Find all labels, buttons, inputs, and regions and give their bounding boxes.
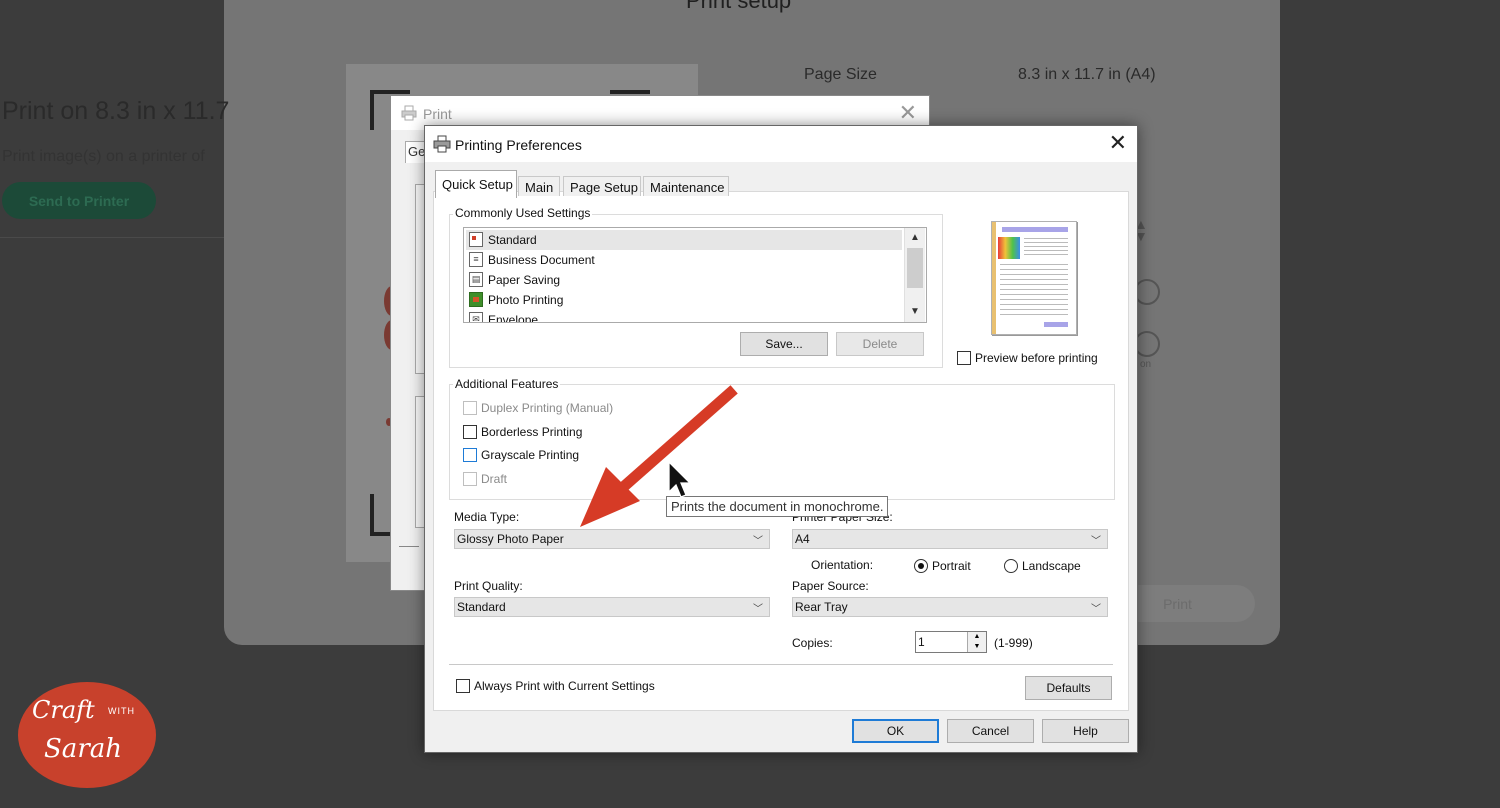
orientation-label: Orientation:	[811, 558, 874, 572]
list-item[interactable]: Standard	[466, 230, 902, 250]
crop-mark	[370, 90, 410, 94]
chevron-down-icon: ﹀	[1091, 536, 1101, 547]
envelope-icon: ✉	[469, 312, 483, 322]
chevron-down-icon: ﹀	[753, 536, 763, 547]
business-document-icon: ≡	[469, 252, 483, 267]
help-button[interactable]: Help	[1042, 719, 1129, 743]
chevron-up-icon[interactable]: ▲	[907, 230, 923, 246]
annotation-arrow-icon	[580, 385, 738, 527]
list-scrollbar[interactable]: ▲ ▼	[904, 228, 925, 322]
crop-mark	[370, 494, 374, 534]
page-size-label: Page Size	[804, 66, 877, 83]
media-type-label: Media Type:	[454, 510, 520, 524]
always-print-checkbox[interactable]	[456, 679, 470, 693]
list-item-label: Photo Printing	[488, 293, 564, 307]
close-icon[interactable]: ✕	[1109, 130, 1127, 156]
print-subtext: Print image(s) on a printer of	[2, 148, 205, 165]
landscape-radio[interactable]	[1004, 559, 1018, 573]
preview-text-lines	[1000, 264, 1068, 265]
page-preview-thumbnail	[991, 221, 1077, 335]
divider	[399, 546, 419, 547]
commonly-used-label: Commonly Used Settings	[453, 206, 593, 220]
close-icon[interactable]: ✕	[899, 100, 917, 126]
landscape-label: Landscape	[1022, 559, 1081, 573]
print-setup-title: Print setup	[686, 0, 792, 13]
print-dialog-title: Print	[423, 106, 452, 122]
standard-doc-icon	[469, 232, 483, 247]
list-item[interactable]: ✉ Envelope	[466, 310, 902, 323]
copies-range: (1-999)	[994, 636, 1033, 650]
tab-page-setup[interactable]: Page Setup	[563, 176, 641, 196]
delete-button[interactable]: Delete	[836, 332, 924, 356]
list-item[interactable]: ≡ Business Document	[466, 250, 902, 270]
duplex-printing-checkbox[interactable]	[463, 401, 477, 415]
crop-mark	[370, 90, 374, 130]
paper-saving-icon: ▤	[469, 272, 483, 287]
list-item-label: Paper Saving	[488, 273, 561, 287]
chevron-down-icon: ﹀	[753, 604, 763, 615]
mouse-cursor-icon	[668, 461, 692, 498]
printer-icon	[433, 135, 451, 153]
list-item[interactable]: ▤ Paper Saving	[466, 270, 902, 290]
list-item-label: Envelope	[488, 313, 539, 323]
preview-before-printing-checkbox[interactable]	[957, 351, 971, 365]
logo-text: WITH	[108, 706, 135, 716]
send-to-printer-button[interactable]: Send to Printer	[2, 182, 156, 219]
craft-with-sarah-logo: Craft WITH Sarah	[18, 682, 156, 788]
paper-size-value: A4	[795, 532, 810, 546]
copies-label: Copies:	[792, 636, 833, 650]
logo-text: Craft	[32, 696, 95, 724]
copies-stepper[interactable]: 1 ▲ ▼	[915, 631, 987, 653]
portrait-label: Portrait	[932, 559, 971, 573]
logo-text: Sarah	[44, 734, 122, 764]
copies-value: 1	[918, 635, 925, 649]
photo-printing-icon	[469, 292, 483, 307]
ok-button[interactable]: OK	[852, 719, 939, 743]
paper-source-select[interactable]: Rear Tray ﹀	[792, 597, 1108, 617]
defaults-button[interactable]: Defaults	[1025, 676, 1112, 700]
borderless-printing-checkbox[interactable]	[463, 425, 477, 439]
chevron-down-icon[interactable]: ▼	[907, 304, 923, 320]
commonly-used-list[interactable]: Standard ≡ Business Document ▤ Paper Sav…	[463, 227, 927, 323]
scrollbar-thumb[interactable]	[907, 248, 923, 288]
bg-option-label-fragment: on	[1140, 359, 1152, 370]
chevron-down-icon[interactable]: ▼	[967, 642, 986, 652]
tab-main[interactable]: Main	[518, 176, 560, 196]
preview-image	[998, 237, 1020, 259]
list-item-label: Standard	[488, 233, 537, 247]
divider	[449, 664, 1113, 665]
crop-mark	[610, 90, 650, 94]
print-heading: Print on 8.3 in x 11.7	[2, 97, 230, 125]
paper-source-value: Rear Tray	[795, 600, 848, 614]
printer-paper-size-select[interactable]: A4 ﹀	[792, 529, 1108, 549]
list-item-label: Business Document	[488, 253, 595, 267]
printing-preferences-dialog: Printing Preferences ✕ Quick Setup Main …	[424, 125, 1138, 753]
list-item[interactable]: Photo Printing	[466, 290, 902, 310]
always-print-label: Always Print with Current Settings	[474, 679, 655, 693]
print-quality-select[interactable]: Standard ﹀	[454, 597, 770, 617]
tab-maintenance[interactable]: Maintenance	[643, 176, 729, 196]
divider	[0, 237, 224, 238]
page-size-value: 8.3 in x 11.7 in (A4)	[1018, 66, 1156, 83]
preview-margin-strip	[992, 222, 996, 334]
printer-icon	[401, 105, 417, 121]
print-quality-label: Print Quality:	[454, 579, 523, 593]
draft-checkbox[interactable]	[463, 472, 477, 486]
print-quality-value: Standard	[457, 600, 506, 614]
grayscale-printing-checkbox[interactable]	[463, 448, 477, 462]
preview-text-lines	[1024, 238, 1068, 239]
paper-source-label: Paper Source:	[792, 579, 869, 593]
chevron-down-icon: ﹀	[1091, 604, 1101, 615]
draft-label: Draft	[481, 472, 508, 486]
preview-header-bar	[1002, 227, 1068, 232]
preview-footer-bar	[1044, 322, 1068, 327]
preview-before-printing-label: Preview before printing	[975, 351, 1098, 365]
portrait-radio[interactable]	[914, 559, 928, 573]
tab-quick-setup[interactable]: Quick Setup	[435, 170, 517, 198]
save-button[interactable]: Save...	[740, 332, 828, 356]
cancel-button[interactable]: Cancel	[947, 719, 1034, 743]
preferences-title: Printing Preferences	[455, 137, 582, 153]
